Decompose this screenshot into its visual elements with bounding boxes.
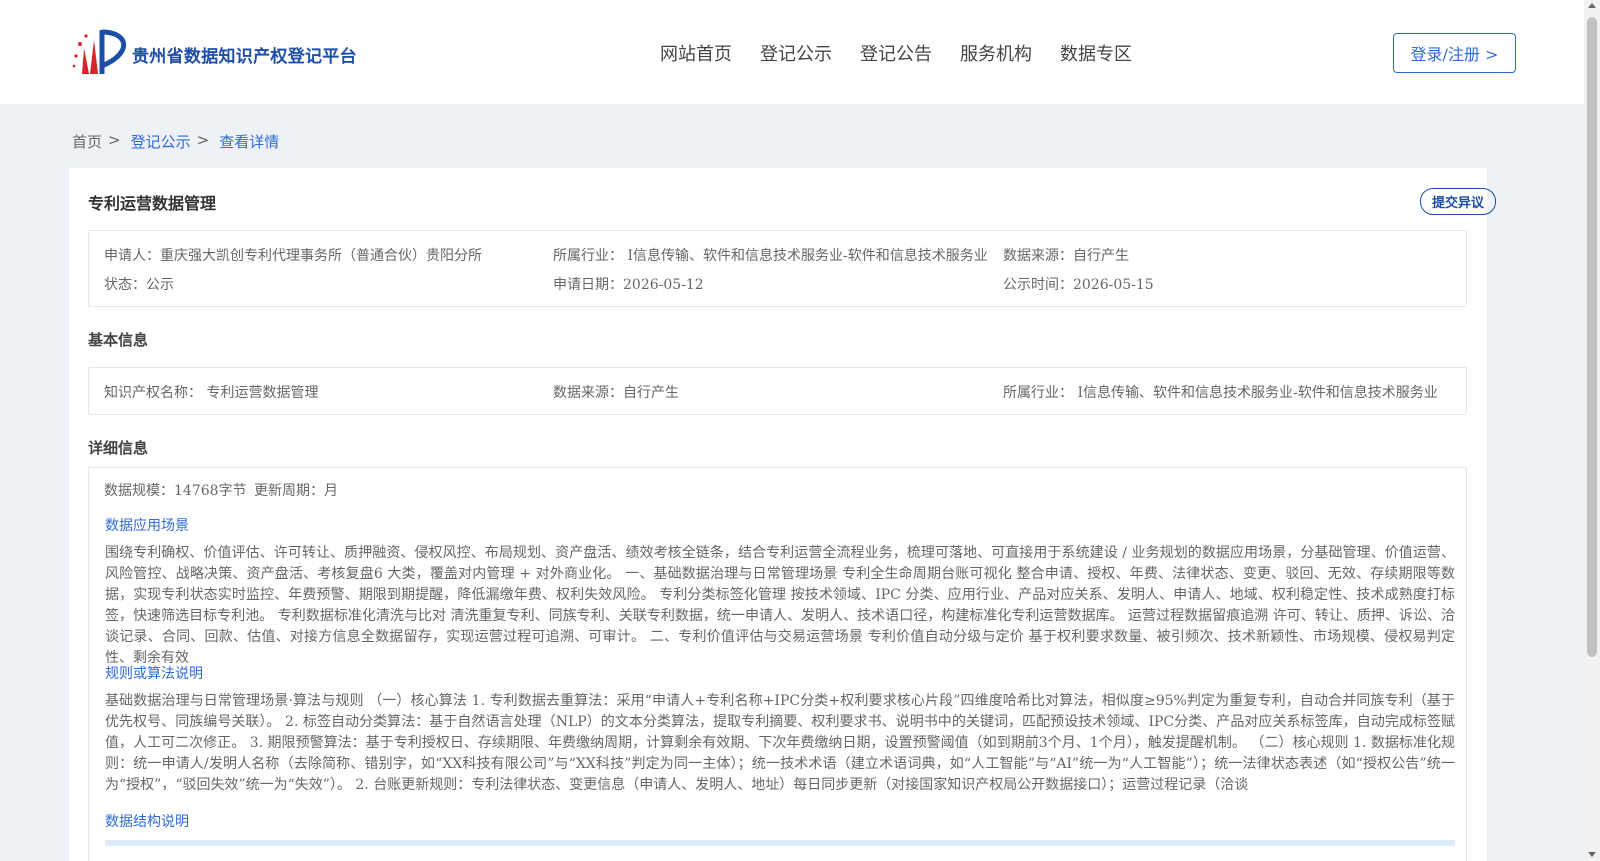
applicant-text: 申请人：重庆强大凯创专利代理事务所（普通合伙）贵阳分所	[104, 248, 482, 264]
industry-text: 所属行业： I信息传输、软件和信息技术服务业-软件和信息技术服务业	[553, 248, 988, 264]
scenario-heading: 数据应用场景	[105, 518, 189, 534]
submit-objection-button[interactable]: 提交异议	[1420, 188, 1496, 215]
basic-info-heading: 基本信息	[88, 331, 149, 349]
scenario-text: 围绕专利确权、价值评估、许可转让、质押融资、侵权风控、布局规划、资产盘活、绩效考…	[105, 545, 1455, 666]
page-scrollbar[interactable]	[1584, 0, 1600, 861]
scroll-up-icon[interactable]	[1588, 3, 1596, 8]
ip-name-text: 知识产权名称： 专利运营数据管理	[104, 385, 319, 401]
source-text: 数据来源：自行产生	[1003, 248, 1129, 264]
rules-heading: 规则或算法说明	[105, 666, 203, 682]
scroll-down-icon[interactable]	[1588, 852, 1596, 857]
page-title: 专利运营数据管理	[88, 194, 217, 213]
scrollbar-thumb[interactable]	[1587, 17, 1597, 657]
breadcrumb-publicity[interactable]: 登记公示	[131, 131, 191, 152]
basic-industry-text: 所属行业： I信息传输、软件和信息技术服务业-软件和信息技术服务业	[1003, 385, 1438, 401]
breadcrumb-current: 查看详情	[219, 133, 280, 151]
site-title: 贵州省数据知识产权登记平台	[132, 46, 357, 67]
login-register-button[interactable]: 登录/注册 >	[1393, 33, 1516, 73]
rules-text: 基础数据治理与日常管理场景·算法与规则 （一）核心算法 1. 专利数据去重算法：…	[105, 693, 1455, 793]
site-logo[interactable]: 贵州省数据知识产权登记平台	[72, 26, 357, 78]
breadcrumb-separator: >	[108, 131, 121, 149]
nav-data-zone[interactable]: 数据专区	[1060, 40, 1132, 66]
summary-box: 申请人：重庆强大凯创专利代理事务所（普通合伙）贵阳分所 所属行业： I信息传输、…	[88, 230, 1467, 307]
breadcrumb-separator: >	[196, 131, 210, 149]
data-scale-text: 数据规模：14768字节	[104, 483, 247, 499]
detail-info-box: 数据规模：14768字节 更新周期：月 数据应用场景 围绕专利确权、价值评估、许…	[88, 467, 1467, 861]
top-header: 贵州省数据知识产权登记平台 网站首页 登记公示 登记公告 服务机构 数据专区 登…	[0, 0, 1584, 104]
structure-heading: 数据结构说明	[105, 814, 189, 830]
publish-date-text: 公示时间：2026-05-15	[1003, 277, 1154, 293]
basic-info-box: 知识产权名称： 专利运营数据管理 数据来源：自行产生 所属行业： I信息传输、软…	[88, 367, 1467, 415]
update-cycle-text: 更新周期：月	[254, 483, 338, 499]
nav-home[interactable]: 网站首页	[660, 40, 732, 66]
nav-registration-publicity[interactable]: 登记公示	[760, 40, 832, 66]
status-text: 状态：公示	[104, 277, 174, 293]
breadcrumb-home[interactable]: 首页	[72, 131, 102, 152]
main-nav: 网站首页 登记公示 登记公告 服务机构 数据专区	[660, 40, 1160, 66]
detail-info-heading: 详细信息	[88, 439, 149, 457]
apply-date-text: 申请日期：2026-05-12	[553, 277, 704, 293]
logo-emblem-icon	[72, 26, 130, 78]
nav-registration-announcement[interactable]: 登记公告	[860, 40, 932, 66]
nav-service-agencies[interactable]: 服务机构	[960, 40, 1032, 66]
basic-source-text: 数据来源：自行产生	[553, 385, 679, 401]
detail-card: 专利运营数据管理 提交异议 申请人：重庆强大凯创专利代理事务所（普通合伙）贵阳分…	[69, 168, 1496, 861]
breadcrumb: 首页 > 登记公示 > 查看详情	[72, 131, 279, 152]
structure-table-header	[105, 840, 1455, 846]
